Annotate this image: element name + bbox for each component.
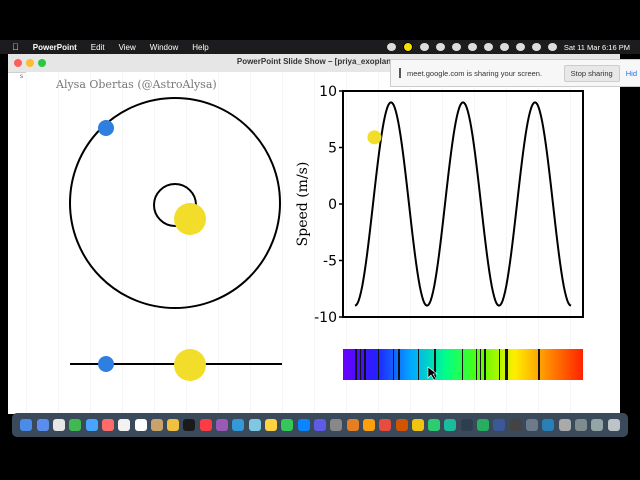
absorption-line [378,349,379,380]
dock-app-icon[interactable] [509,419,522,431]
absorption-line [538,349,540,380]
dock-app-icon[interactable] [281,419,294,431]
slide-graphics: 10 5 0 -5 -10 Speed (m/s) [69,84,584,381]
y-tick-label: -5 [323,254,337,270]
dock-app-icon[interactable] [216,419,229,431]
dock-app-icon[interactable] [118,419,131,431]
star-edge-on [174,349,206,381]
absorption-line [364,349,366,380]
absorption-line [484,349,486,380]
dock-app-icon[interactable] [477,419,490,431]
dock-app-icon[interactable] [428,419,441,431]
absorption-line [393,349,394,380]
dock-app-icon[interactable] [20,419,33,431]
absorption-line [476,349,477,380]
dock-app-icon[interactable] [460,419,473,431]
chart-frame [342,90,584,318]
velocity-chart: 10 5 0 -5 -10 Speed (m/s) [295,84,584,326]
absorption-line [462,349,463,380]
absorption-line [505,349,508,380]
absorption-line [499,349,500,380]
y-tick-label: 0 [328,197,337,213]
dock-app-icon[interactable] [167,419,180,431]
star [174,203,206,235]
absorption-line [355,349,357,380]
absorption-line [418,349,419,380]
series-line [354,101,572,307]
dock-app-icon[interactable] [574,419,587,431]
dock-app-icon[interactable] [199,419,212,431]
dock-app-icon[interactable] [265,419,277,431]
dock-app-icon[interactable] [69,419,82,431]
dock-app-icon[interactable] [313,419,326,431]
dock-app-icon[interactable] [493,419,506,431]
dock-app-icon[interactable] [526,419,538,431]
y-tick-label: -10 [314,310,337,326]
dock-app-icon[interactable] [607,419,620,431]
dock-app-icon[interactable] [362,419,375,431]
dock-app-icon[interactable] [542,419,555,431]
dock-app-icon[interactable] [411,419,424,431]
y-axis-label: Speed (m/s) [295,162,311,247]
absorption-line [480,349,481,380]
absorption-line [360,349,361,380]
dock-app-icon[interactable] [379,419,392,431]
dock-app-icon[interactable] [150,419,163,431]
planet-edge-on [98,356,114,372]
dock-app-icon[interactable] [346,419,359,431]
dock-app-icon[interactable] [134,419,147,431]
star-velocity-marker [367,130,382,145]
dock-app-icon[interactable] [232,419,245,431]
dock-app-icon[interactable] [395,419,408,431]
dock-app-icon[interactable] [85,419,98,431]
dock-app-icon[interactable] [36,419,49,431]
dock-app-icon[interactable] [591,419,604,431]
y-tick-label: 5 [328,141,337,157]
y-tick-label: 10 [319,84,337,100]
absorption-line [434,349,436,380]
planet [98,120,114,136]
dock-app-icon[interactable] [558,419,571,431]
dock-app-icon[interactable] [52,419,65,431]
absorption-line [398,349,400,380]
dock-app-icon[interactable] [183,419,196,431]
dock-app-icon[interactable] [444,419,457,431]
dock-app-icon[interactable] [248,419,261,431]
dock [12,413,628,437]
dock-app-icon[interactable] [330,419,343,431]
dock-app-icon[interactable] [101,419,114,431]
dock-app-icon[interactable] [297,419,310,431]
